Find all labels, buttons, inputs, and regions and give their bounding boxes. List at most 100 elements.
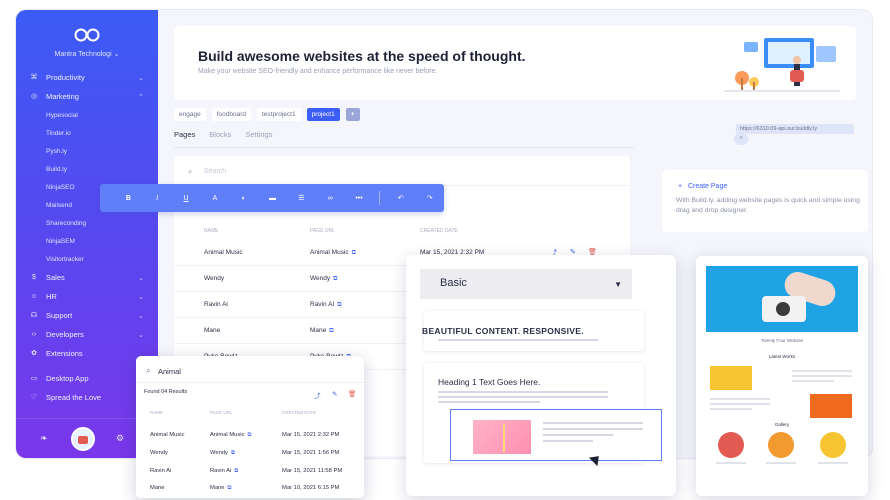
hero-banner: Build awesome websites at the speed of t… bbox=[174, 26, 856, 100]
page-url[interactable]: Ravin AI bbox=[310, 301, 334, 308]
page-url[interactable]: Wendy bbox=[310, 275, 330, 282]
search-bar[interactable]: ⌕ Search bbox=[174, 156, 630, 186]
search-icon: ⌕ bbox=[146, 366, 151, 375]
puzzle-icon: ✿ bbox=[31, 349, 37, 357]
external-link-icon[interactable]: ⧉ bbox=[228, 485, 232, 491]
breadcrumb-item-current[interactable]: project1 bbox=[306, 108, 340, 121]
link-icon[interactable]: ∞ bbox=[316, 195, 345, 202]
tab-pages[interactable]: Pages bbox=[174, 130, 195, 139]
search-input[interactable]: Animal bbox=[158, 367, 181, 376]
gallery-caption bbox=[818, 462, 848, 464]
sidebar-item-hr[interactable]: ☺ HR ⌄ bbox=[16, 287, 158, 306]
sidebar-item-productivity[interactable]: ⌘ Productivity ⌄ bbox=[16, 68, 158, 87]
tab-blocks[interactable]: Blocks bbox=[209, 130, 231, 139]
search-results-popup: ⌕ Animal Found 04 Results ⤴ ✎ 🗑 NAME PAG… bbox=[136, 356, 364, 498]
leaf-icon[interactable]: ❧ bbox=[40, 433, 48, 444]
breadcrumb-item[interactable]: foodboard bbox=[211, 108, 251, 121]
selected-image-block[interactable] bbox=[450, 409, 662, 461]
bold-button[interactable]: B bbox=[114, 195, 143, 202]
created-date: Mar 15, 2021 2:32 PM bbox=[282, 432, 340, 438]
sidebar-item-support[interactable]: ☊ Support ⌄ bbox=[16, 306, 158, 325]
redo-icon[interactable]: ↷ bbox=[415, 194, 444, 202]
page-url[interactable]: Wendy bbox=[210, 450, 228, 456]
external-link-icon[interactable]: ⧉ bbox=[333, 276, 337, 282]
breadcrumb: engage foodboard testproject1 project1 + bbox=[174, 108, 360, 121]
close-icon[interactable]: × bbox=[734, 133, 748, 145]
align-icon[interactable]: ☰ bbox=[287, 194, 316, 202]
sidebar-item-developers[interactable]: ‹› Developers ⌄ bbox=[16, 325, 158, 344]
text-color-button[interactable]: A bbox=[200, 195, 229, 202]
page-name: Ravin Ai bbox=[150, 468, 172, 474]
preview-text-placeholder bbox=[792, 370, 852, 385]
external-link-icon[interactable]: ⧉ bbox=[337, 302, 341, 308]
undo-icon[interactable]: ↶ bbox=[386, 194, 415, 202]
add-project-button[interactable]: + bbox=[345, 108, 360, 121]
page-url[interactable]: Mane bbox=[210, 485, 225, 491]
grid-icon: ⌘ bbox=[30, 73, 38, 81]
external-link-icon[interactable]: ⧉ bbox=[329, 328, 333, 334]
sidebar-item-marketing[interactable]: ◎ Marketing ⌃ bbox=[16, 87, 158, 106]
delete-icon[interactable]: 🗑 bbox=[348, 390, 356, 398]
results-count: Found 04 Results bbox=[144, 389, 188, 395]
result-row[interactable]: Wendy Wendy ⧉ Mar 15, 2021 1:56 PM bbox=[136, 446, 364, 465]
edit-icon[interactable]: ✎ bbox=[332, 390, 337, 398]
toolbar-divider bbox=[379, 191, 381, 205]
create-page-label: Create Page bbox=[687, 183, 728, 190]
sidebar-nav: ⌘ Productivity ⌄ ◎ Marketing ⌃ Hypesocia… bbox=[16, 68, 158, 407]
result-row[interactable]: Animal Music Animal Music ⧉ Mar 15, 2021 … bbox=[136, 428, 364, 447]
chevron-down-icon: ⌄ bbox=[138, 293, 144, 301]
underline-button[interactable]: U bbox=[172, 195, 201, 202]
preview-text-placeholder bbox=[710, 398, 770, 413]
block-heading[interactable]: Heading 1 Text Goes Here. bbox=[438, 377, 540, 387]
search-input[interactable]: Search bbox=[204, 168, 226, 175]
sidebar-item-sales[interactable]: $ Sales ⌄ bbox=[16, 268, 158, 287]
external-link-icon[interactable]: ⧉ bbox=[231, 450, 235, 456]
page-url[interactable]: Animal Music bbox=[310, 249, 349, 256]
search-icon: ⌕ bbox=[188, 167, 193, 176]
sidebar-item-label: Productivity bbox=[46, 73, 85, 82]
page-url-cell: Wendy ⧉ bbox=[310, 275, 337, 283]
column-header: NAME bbox=[150, 410, 164, 415]
breadcrumb-item[interactable]: engage bbox=[174, 108, 206, 121]
page-builder-panel: Basic ▼ BEAUTIFUL CONTENT. RESPONSIVE. H… bbox=[406, 255, 676, 496]
more-icon[interactable]: ••• bbox=[345, 195, 374, 202]
org-switcher[interactable]: Mantra Technologi ⌄ bbox=[16, 50, 158, 58]
highlight-icon[interactable]: ▬ bbox=[258, 195, 287, 202]
dollar-icon: $ bbox=[32, 273, 36, 281]
app-logo-icon[interactable] bbox=[74, 28, 100, 42]
sidebar-subitem[interactable]: Build.ly bbox=[16, 160, 158, 178]
external-link-icon[interactable]: ⧉ bbox=[352, 250, 356, 256]
table-header: NAME PAGE URL CREATED DATE bbox=[174, 226, 630, 238]
created-date: Mar 15, 2021 11:58 PM bbox=[282, 468, 343, 474]
create-page-card: + Create Page With Build.ly, adding webs… bbox=[662, 170, 868, 232]
chevron-up-icon: ⌃ bbox=[138, 93, 144, 101]
sidebar-subitem[interactable]: Hypesocial bbox=[16, 106, 158, 124]
sidebar-subitem[interactable]: Visitortracker bbox=[16, 250, 158, 268]
result-row[interactable]: Mane Mane ⧉ Mar 10, 2021 6:15 PM bbox=[136, 481, 364, 500]
external-link-icon[interactable]: ⧉ bbox=[234, 468, 238, 474]
tab-settings[interactable]: Settings bbox=[245, 130, 272, 139]
template-select[interactable]: Basic ▼ bbox=[420, 269, 632, 299]
sidebar-subitem[interactable]: Tinder.io bbox=[16, 124, 158, 142]
caret-down-icon: ▼ bbox=[614, 280, 622, 289]
sidebar-subitem[interactable]: Shareconding bbox=[16, 214, 158, 232]
sidebar-subitem[interactable]: NinjaSEM bbox=[16, 232, 158, 250]
page-url[interactable]: Mane bbox=[310, 327, 326, 334]
desktop-icon: ▭ bbox=[30, 374, 38, 382]
sidebar-item-label: Spread the Love bbox=[46, 393, 102, 402]
block-heading[interactable]: BEAUTIFUL CONTENT. RESPONSIVE. bbox=[422, 326, 584, 336]
gear-icon[interactable]: ⚙ bbox=[116, 433, 124, 444]
contrast-icon[interactable]: ◐ bbox=[229, 195, 258, 202]
analytics-icon[interactable]: ⤴ bbox=[314, 390, 321, 400]
sidebar-subitem[interactable]: Pysh.ly bbox=[16, 142, 158, 160]
page-url[interactable]: Ravin Ai bbox=[210, 468, 231, 474]
site-url[interactable]: https://6310.09-api.our.buildly.ly bbox=[736, 124, 854, 134]
external-link-icon[interactable]: ⧉ bbox=[247, 432, 251, 438]
create-page-link[interactable]: + Create Page bbox=[678, 183, 727, 190]
page-url[interactable]: Animal Music bbox=[210, 432, 244, 438]
avatar[interactable] bbox=[71, 427, 95, 451]
block-text-placeholder bbox=[438, 339, 598, 341]
people-icon: ☺ bbox=[30, 292, 38, 300]
breadcrumb-item[interactable]: testproject1 bbox=[256, 108, 301, 121]
italic-button[interactable]: I bbox=[143, 195, 172, 202]
